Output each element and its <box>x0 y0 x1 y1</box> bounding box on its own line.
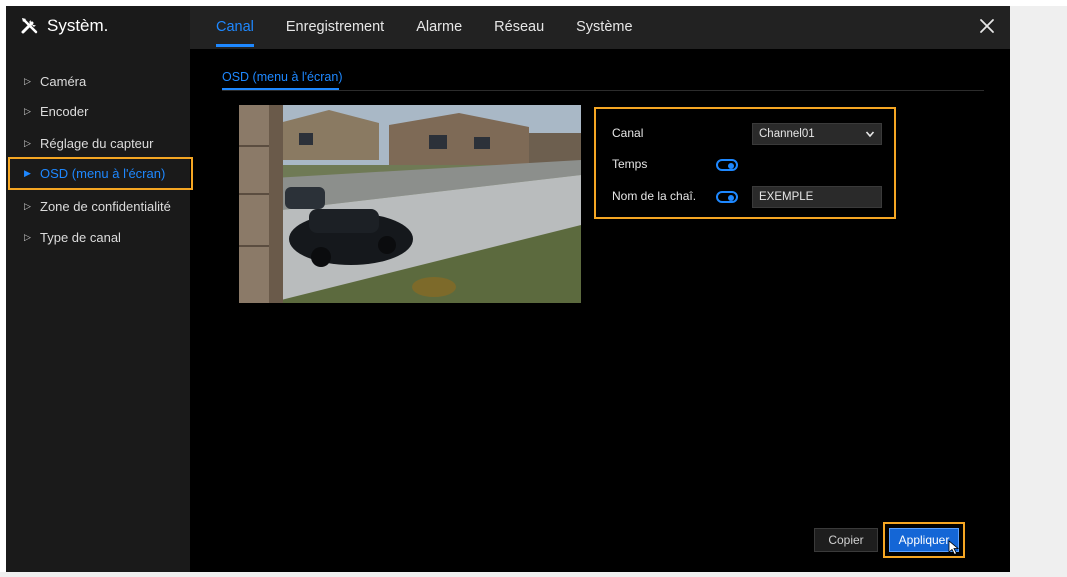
tab-enregistrement[interactable]: Enregistrement <box>286 6 384 49</box>
caret-right-icon: ▷ <box>24 105 31 116</box>
caret-right-icon: ▷ <box>24 137 31 148</box>
channel-name-input[interactable]: EXEMPLE <box>752 186 882 208</box>
copy-button[interactable]: Copier <box>814 528 878 552</box>
channel-name-toggle[interactable] <box>716 191 738 203</box>
channel-select[interactable]: Channel01 <box>752 123 882 145</box>
sidebar-item-label: OSD (menu à l'écran) <box>40 166 166 181</box>
sidebar-item-encoder[interactable]: ▷ Encoder <box>8 96 193 126</box>
sidebar-item-channel-type[interactable]: ▷ Type de canal <box>8 222 193 252</box>
sidebar-item-label: Type de canal <box>40 229 121 245</box>
tab-canal[interactable]: Canal <box>216 6 254 49</box>
channel-name-label: Nom de la chaî. <box>612 189 697 203</box>
sidebar-item-label: Encoder <box>40 103 89 119</box>
sidebar-item-privacy-zone[interactable]: ▷ Zone de confidentialité <box>8 191 193 221</box>
time-label: Temps <box>612 157 648 171</box>
camera-preview <box>239 105 581 303</box>
sidebar-item-label: Réglage du capteur <box>40 135 154 151</box>
channel-label: Canal <box>612 126 644 140</box>
tab-reseau[interactable]: Réseau <box>494 6 544 49</box>
caret-right-icon: ▷ <box>24 75 31 86</box>
sidebar-item-osd[interactable]: ▶ OSD (menu à l'écran) <box>8 157 193 190</box>
time-toggle[interactable] <box>716 159 738 171</box>
main-tabs: Canal Enregistrement Alarme Réseau Systè… <box>216 6 665 49</box>
subtab-osd[interactable]: OSD (menu à l'écran) <box>222 70 342 84</box>
sidebar-item-sensor[interactable]: ▷ Réglage du capteur <box>8 128 193 158</box>
camera-preview-image <box>239 105 581 303</box>
header-bar: Systèm. Canal Enregistrement Alarme Rése… <box>6 6 1010 49</box>
divider <box>222 90 984 91</box>
mouse-cursor-icon <box>948 540 960 556</box>
sidebar-item-label: Caméra <box>40 73 87 89</box>
app-title-text: Systèm. <box>47 16 109 35</box>
chevron-down-icon <box>865 131 875 138</box>
tab-systeme[interactable]: Système <box>576 6 632 49</box>
channel-select-value: Channel01 <box>759 128 815 140</box>
close-icon[interactable] <box>976 15 998 37</box>
caret-right-icon: ▶ <box>24 168 31 178</box>
caret-right-icon: ▷ <box>24 231 31 242</box>
tools-icon <box>21 18 38 34</box>
osd-settings-panel: Canal Channel01 Temps Nom de la chaî. EX… <box>594 107 896 219</box>
settings-window: Systèm. Canal Enregistrement Alarme Rése… <box>6 6 1010 572</box>
tab-alarme[interactable]: Alarme <box>416 6 462 49</box>
app-title: Systèm. <box>20 16 108 36</box>
sidebar-item-camera[interactable]: ▷ Caméra <box>8 66 193 96</box>
caret-right-icon: ▷ <box>24 200 31 211</box>
sidebar-item-label: Zone de confidentialité <box>40 198 171 214</box>
sidebar: ▷ Caméra ▷ Encoder ▷ Réglage du capteur … <box>6 49 193 572</box>
